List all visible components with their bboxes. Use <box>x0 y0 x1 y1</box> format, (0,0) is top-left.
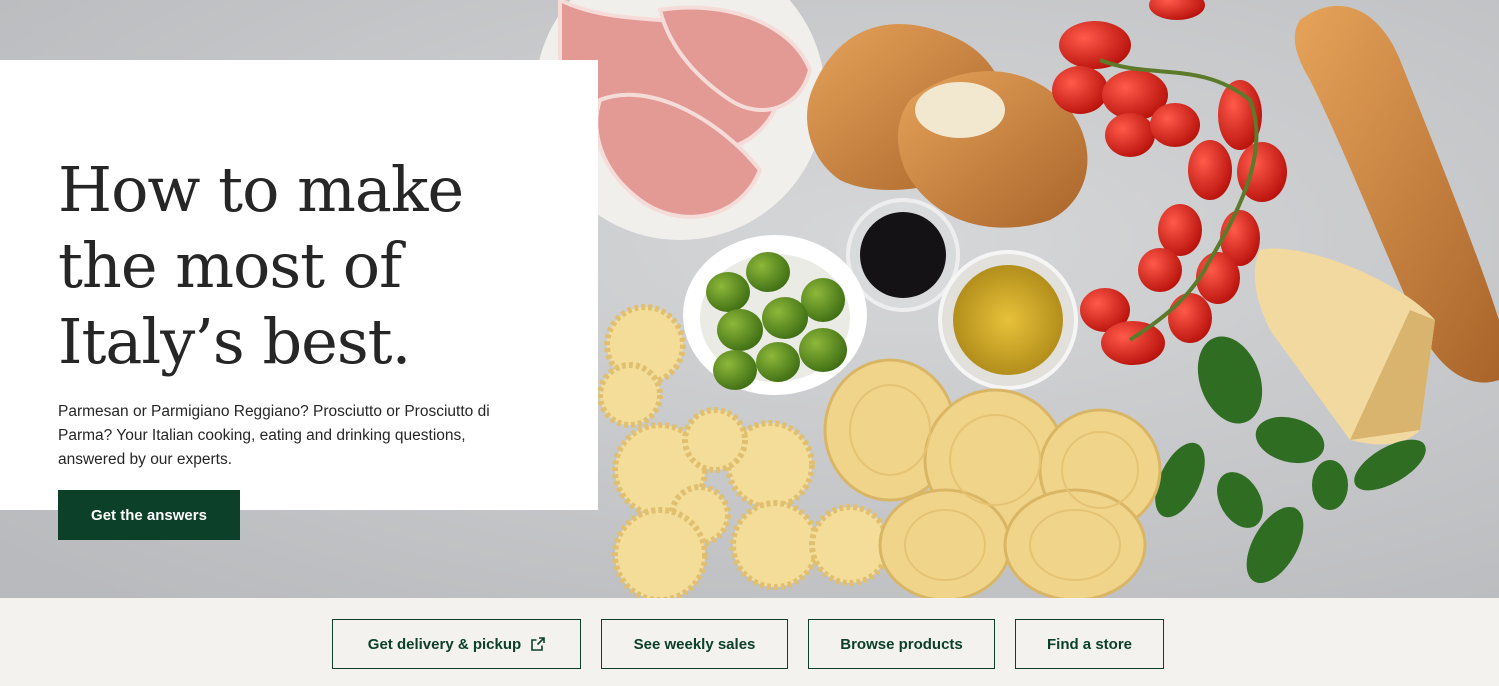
promo-card: How to make the most of Italy’s best. Pa… <box>0 60 598 540</box>
hero-banner: How to make the most of Italy’s best. Pa… <box>0 0 1499 598</box>
promo-title-line: Italy’s best. <box>58 305 411 378</box>
browse-products-label: Browse products <box>840 635 963 653</box>
promo-title-line: How to make <box>58 153 464 226</box>
get-delivery-pickup-label: Get delivery & pickup <box>367 635 522 653</box>
quick-links-bar: Get delivery & pickup See weekly sales B… <box>0 598 1499 686</box>
promo-description: Parmesan or Parmigiano Reggiano? Prosciu… <box>58 403 490 468</box>
find-a-store-label: Find a store <box>1046 635 1132 653</box>
promo-title-line: the most of <box>58 229 402 302</box>
find-a-store-button[interactable]: Find a store <box>1015 619 1164 669</box>
promo-title: How to make the most of Italy’s best. <box>58 152 538 380</box>
get-delivery-pickup-button[interactable]: Get delivery & pickup <box>332 619 581 669</box>
browse-products-button[interactable]: Browse products <box>808 619 995 669</box>
external-link-icon <box>531 637 545 651</box>
see-weekly-sales-button[interactable]: See weekly sales <box>601 619 788 669</box>
see-weekly-sales-label: See weekly sales <box>633 635 756 653</box>
get-the-answers-button[interactable]: Get the answers <box>58 490 240 540</box>
